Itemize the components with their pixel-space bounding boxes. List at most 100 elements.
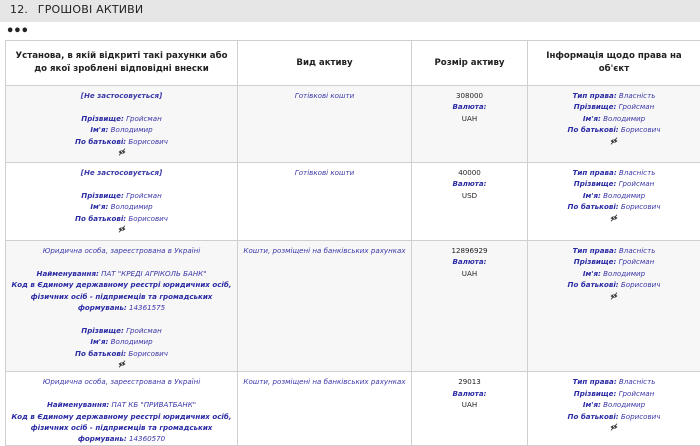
right-type-label: Тип права: bbox=[573, 91, 617, 100]
patronymic-value: Борисович bbox=[128, 349, 168, 358]
right-info-cell: Тип права: Власність Прізвище: Гройсман … bbox=[528, 163, 700, 241]
surname-value: Гройсман bbox=[126, 326, 162, 335]
name-label: Ім'я: bbox=[583, 400, 601, 409]
monetary-assets-table: Установа, в якій відкриті такі рахунки а… bbox=[5, 40, 700, 446]
surname-label: Прізвище: bbox=[574, 179, 617, 188]
owner-surname: Гройсман bbox=[619, 389, 655, 398]
surname-label: Прізвище: bbox=[574, 102, 617, 111]
table-row: [Не застосовується] Прізвище: Гройсман І… bbox=[6, 86, 700, 163]
right-type-label: Тип права: bbox=[573, 377, 617, 386]
owner-patronymic: Борисович bbox=[621, 125, 661, 134]
institution-not-applicable: [Не застосовується] bbox=[8, 90, 235, 101]
patronymic-label: По батькові: bbox=[568, 280, 619, 289]
right-info-cell: Тип права: Власність Прізвище: Гройсман … bbox=[528, 372, 700, 445]
institution-cell: Юридична особа, зареєстрована в Україні … bbox=[6, 241, 238, 372]
eye-icon[interactable] bbox=[610, 137, 618, 145]
table-row: [Не застосовується] Прізвище: Гройсман І… bbox=[6, 163, 700, 241]
amount-cell: 40000 Валюта: USD bbox=[412, 163, 528, 241]
asset-type-cell: Кошти, розміщені на банківських рахунках bbox=[238, 372, 412, 445]
right-info-cell: Тип права: Власність Прізвище: Гройсман … bbox=[528, 86, 700, 163]
eye-icon[interactable] bbox=[610, 214, 618, 222]
surname-value: Гройсман bbox=[126, 114, 162, 123]
surname-label: Прізвище: bbox=[574, 257, 617, 266]
header-asset-type: Вид активу bbox=[238, 41, 412, 86]
amount-value: 12896929 bbox=[414, 245, 525, 256]
owner-patronymic: Борисович bbox=[621, 202, 661, 211]
eye-icon[interactable] bbox=[118, 225, 126, 233]
name-label: Ім'я: bbox=[583, 269, 601, 278]
currency-value: UAH bbox=[414, 113, 525, 124]
table-header-row: Установа, в якій відкриті такі рахунки а… bbox=[6, 41, 700, 86]
right-type-value: Власність bbox=[619, 246, 655, 255]
currency-value: UAH bbox=[414, 399, 525, 410]
eye-icon[interactable] bbox=[610, 423, 618, 431]
surname-label: Прізвище: bbox=[81, 114, 124, 123]
owner-surname: Гройсман bbox=[619, 179, 655, 188]
patronymic-value: Борисович bbox=[128, 214, 168, 223]
amount-value: 40000 bbox=[414, 167, 525, 178]
owner-name: Володимир bbox=[603, 114, 645, 123]
currency-value: USD bbox=[414, 190, 525, 201]
amount-value: 308000 bbox=[414, 90, 525, 101]
asset-type-cell: Готівкові кошти bbox=[238, 163, 412, 241]
org-name-label: Найменування: bbox=[47, 400, 109, 409]
right-type-value: Власність bbox=[619, 91, 655, 100]
patronymic-label: По батькові: bbox=[75, 137, 126, 146]
org-name-label: Найменування: bbox=[37, 269, 99, 278]
header-institution: Установа, в якій відкриті такі рахунки а… bbox=[6, 41, 238, 86]
currency-label: Валюта: bbox=[414, 388, 525, 399]
right-type-value: Власність bbox=[619, 377, 655, 386]
currency-label: Валюта: bbox=[414, 256, 525, 267]
asset-type-cell: Готівкові кошти bbox=[238, 86, 412, 163]
name-label: Ім'я: bbox=[90, 202, 108, 211]
name-label: Ім'я: bbox=[583, 191, 601, 200]
amount-value: 29013 bbox=[414, 376, 525, 387]
currency-label: Валюта: bbox=[414, 101, 525, 112]
amount-cell: 29013 Валюта: UAH bbox=[412, 372, 528, 445]
owner-patronymic: Борисович bbox=[621, 280, 661, 289]
name-value: Володимир bbox=[111, 337, 153, 346]
eye-icon[interactable] bbox=[118, 148, 126, 156]
patronymic-label: По батькові: bbox=[75, 349, 126, 358]
edrpou-label: Код в Єдиному державному реєстрі юридичн… bbox=[12, 280, 232, 312]
institution-cell: [Не застосовується] Прізвище: Гройсман І… bbox=[6, 163, 238, 241]
owner-surname: Гройсман bbox=[619, 257, 655, 266]
right-type-label: Тип права: bbox=[573, 168, 617, 177]
right-type-label: Тип права: bbox=[573, 246, 617, 255]
owner-name: Володимир bbox=[603, 191, 645, 200]
table-row: Юридична особа, зареєстрована в Україні … bbox=[6, 241, 700, 372]
institution-cell: Юридична особа, зареєстрована в Україні … bbox=[6, 372, 238, 445]
section-title: 12. ГРОШОВІ АКТИВИ bbox=[10, 3, 143, 16]
amount-cell: 308000 Валюта: UAH bbox=[412, 86, 528, 163]
patronymic-label: По батькові: bbox=[75, 214, 126, 223]
owner-name: Володимир bbox=[603, 269, 645, 278]
right-info-cell: Тип права: Власність Прізвище: Гройсман … bbox=[528, 241, 700, 372]
patronymic-label: По батькові: bbox=[568, 412, 619, 421]
currency-value: UAH bbox=[414, 268, 525, 279]
currency-label: Валюта: bbox=[414, 178, 525, 189]
owner-name: Володимир bbox=[603, 400, 645, 409]
section-header: 12. ГРОШОВІ АКТИВИ bbox=[0, 0, 700, 22]
section-title-text: ГРОШОВІ АКТИВИ bbox=[38, 3, 144, 16]
eye-icon[interactable] bbox=[610, 292, 618, 300]
surname-label: Прізвище: bbox=[81, 191, 124, 200]
name-label: Ім'я: bbox=[90, 125, 108, 134]
more-dots-icon[interactable]: ••• bbox=[6, 27, 28, 37]
edrpou-value: 14361575 bbox=[129, 303, 165, 312]
surname-label: Прізвище: bbox=[574, 389, 617, 398]
eye-icon[interactable] bbox=[118, 360, 126, 368]
asset-type-cell: Кошти, розміщені на банківських рахунках bbox=[238, 241, 412, 372]
header-right-info: Інформація щодо права на об'єкт bbox=[528, 41, 700, 86]
name-value: Володимир bbox=[111, 202, 153, 211]
right-type-value: Власність bbox=[619, 168, 655, 177]
patronymic-value: Борисович bbox=[128, 137, 168, 146]
entity-type: Юридична особа, зареєстрована в Україні bbox=[8, 376, 235, 387]
institution-not-applicable: [Не застосовується] bbox=[8, 167, 235, 178]
org-name-value: ПАТ "КРЕДІ АГРІКОЛЬ БАНК" bbox=[101, 269, 206, 278]
institution-cell: [Не застосовується] Прізвище: Гройсман І… bbox=[6, 86, 238, 163]
amount-cell: 12896929 Валюта: UAH bbox=[412, 241, 528, 372]
section-number: 12. bbox=[10, 3, 28, 16]
table-row: Юридична особа, зареєстрована в Україні … bbox=[6, 372, 700, 445]
patronymic-label: По батькові: bbox=[568, 125, 619, 134]
name-label: Ім'я: bbox=[90, 337, 108, 346]
